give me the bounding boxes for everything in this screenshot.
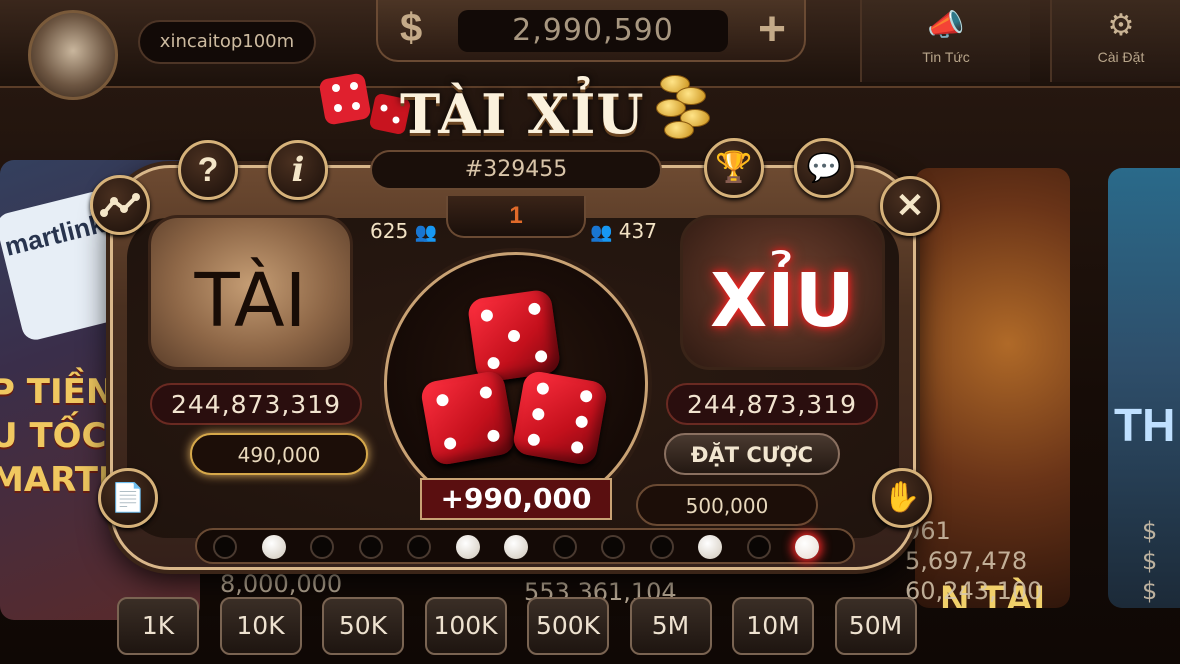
history-result-dot	[261, 535, 286, 559]
die-2	[419, 369, 517, 467]
die-3	[511, 369, 609, 467]
chip-button[interactable]: 5M	[629, 597, 712, 655]
countdown-timer: 1	[446, 196, 586, 238]
history-result-dot	[552, 535, 577, 559]
history-result-dot	[795, 535, 819, 559]
chip-button[interactable]: 50K	[322, 597, 404, 655]
history-result-dot	[746, 535, 771, 559]
username: xincaitop100m	[138, 20, 316, 64]
xiu-bet-area[interactable]: XỈU	[680, 215, 885, 370]
help-button[interactable]: ?	[178, 140, 238, 200]
history-result-dot	[310, 535, 334, 559]
game-title: TÀI XỈU	[400, 82, 645, 146]
info-button[interactable]: i	[268, 140, 328, 200]
add-funds-button[interactable]: +	[758, 2, 786, 57]
people-icon: 👥	[590, 222, 613, 243]
result-history	[195, 528, 855, 564]
chat-icon: 💬	[806, 152, 842, 183]
top-bar: xincaitop100m $ 2,990,590 + 📣 Tin Tức ⚙ …	[0, 0, 1180, 100]
coins-icon	[650, 65, 720, 145]
hand-icon: ✋	[883, 481, 921, 514]
lobby-stats-far: $ $ $	[1142, 517, 1158, 605]
session-id: #329455	[370, 150, 662, 190]
lobby-stats-right: 961 5,697,478 60,243,100	[905, 517, 1043, 605]
bet-history-button[interactable]: 📄	[98, 468, 158, 528]
people-icon: 👥	[414, 222, 437, 243]
dice-bowl	[384, 252, 648, 516]
history-result-dot	[601, 535, 625, 559]
bet-amount-input[interactable]: 500,000	[636, 484, 818, 526]
game-card-title: TH	[1114, 399, 1176, 451]
xiu-pool-total: 244,873,319	[666, 383, 878, 425]
settings-label: Cài Đặt	[1097, 49, 1145, 65]
history-result-dot	[649, 535, 674, 559]
document-icon: 📄	[110, 482, 146, 513]
avatar[interactable]	[28, 10, 118, 100]
close-button[interactable]: ✕	[880, 176, 940, 236]
chip-button[interactable]: 10M	[732, 597, 814, 655]
chip-button[interactable]: 100K	[424, 597, 507, 655]
currency-icon: $	[400, 6, 423, 50]
news-button[interactable]: 📣 Tin Tức	[860, 0, 1030, 82]
tai-pool-total: 244,873,319	[150, 383, 362, 425]
gear-icon: ⚙	[1107, 9, 1135, 42]
history-result-dot	[358, 535, 383, 559]
info-icon: i	[291, 150, 305, 190]
tai-my-bet: 490,000	[190, 433, 368, 475]
history-result-dot	[698, 535, 722, 559]
leaderboard-button[interactable]: 🏆	[704, 138, 764, 198]
history-result-dot	[455, 535, 480, 559]
xiu-label: XỈU	[710, 258, 855, 344]
lobby-stats-left: 8,000,000	[220, 570, 343, 598]
history-result-dot	[213, 535, 237, 559]
balance-value: 2,990,590	[458, 10, 728, 52]
tai-bet-area[interactable]: TÀI	[148, 215, 353, 370]
settings-button[interactable]: ⚙ Cài Đặt	[1050, 0, 1180, 82]
history-result-dot	[407, 535, 431, 559]
chat-button[interactable]: 💬	[794, 138, 854, 198]
tai-label: TÀI	[194, 258, 307, 344]
die-1	[466, 288, 562, 384]
chip-button[interactable]: 1K	[117, 597, 199, 655]
trend-icon	[100, 193, 140, 217]
balance-panel: $ 2,990,590 +	[376, 0, 806, 62]
place-bet-button[interactable]: ĐẶT CƯỢC	[664, 433, 840, 475]
statistics-button[interactable]	[90, 175, 150, 235]
win-amount: +990,000	[420, 478, 612, 520]
question-icon: ?	[197, 151, 219, 189]
history-result-dot	[504, 535, 528, 559]
close-icon: ✕	[895, 187, 925, 225]
trophy-icon: 🏆	[715, 151, 753, 184]
chip-button[interactable]: 10K	[219, 597, 302, 655]
chip-button[interactable]: 500K	[527, 597, 609, 655]
news-label: Tin Tức	[922, 49, 970, 65]
stop-button[interactable]: ✋	[872, 468, 932, 528]
chip-button[interactable]: 50M	[834, 597, 917, 655]
megaphone-icon: 📣	[927, 9, 965, 42]
